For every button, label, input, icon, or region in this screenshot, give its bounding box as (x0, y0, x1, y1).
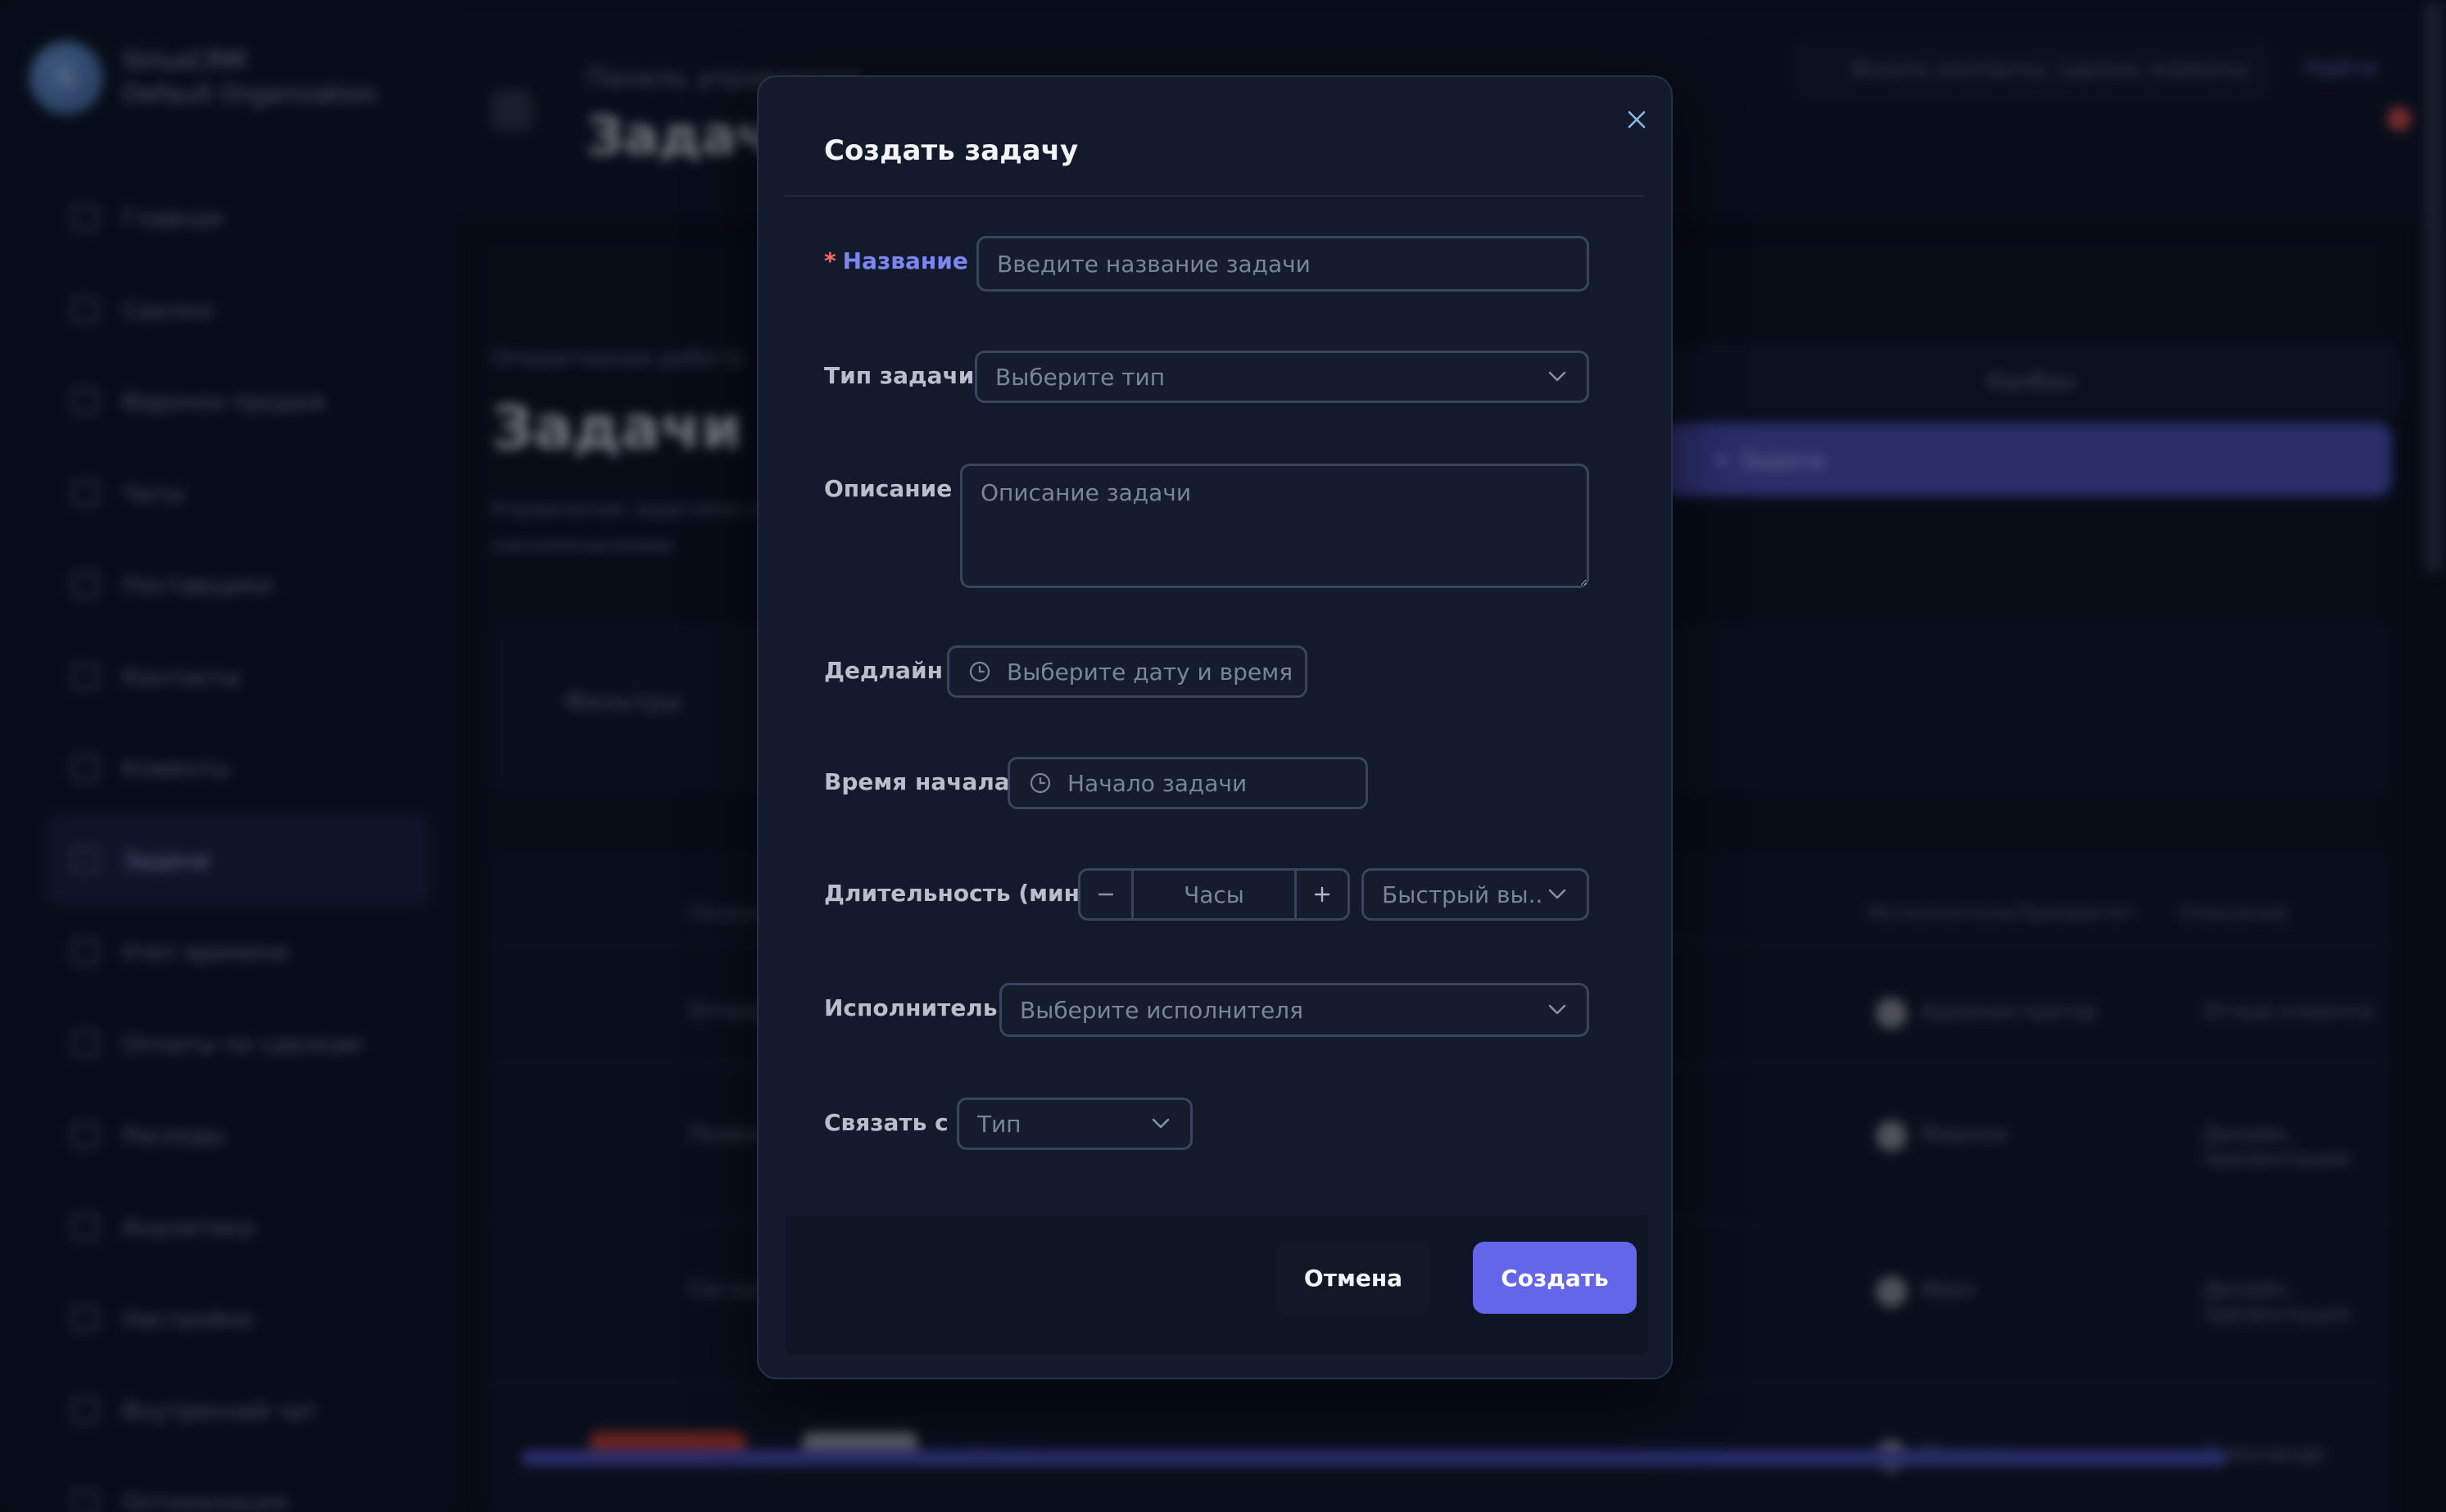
close-icon[interactable] (1620, 103, 1653, 136)
assignee-select[interactable]: Выберите исполнителя (999, 983, 1589, 1037)
chevron-down-icon (1541, 360, 1574, 393)
duration-hours-input[interactable]: Часы (1131, 871, 1297, 918)
link-type-placeholder: Тип (977, 1110, 1021, 1138)
start-time-placeholder: Начало задачи (1067, 769, 1248, 797)
description-textarea[interactable] (960, 464, 1589, 588)
task-name-placeholder: Введите название задачи (997, 250, 1311, 278)
start-time-picker[interactable]: Начало задачи (1008, 757, 1368, 809)
link-type-select[interactable]: Тип (957, 1098, 1193, 1150)
duration-quick-select[interactable]: Быстрый вы... (1361, 868, 1589, 921)
chevron-down-icon (1541, 878, 1574, 911)
create-task-dialog: Создать задачу * Название Введите названи… (757, 75, 1673, 1379)
create-button[interactable]: Создать (1473, 1242, 1637, 1314)
dialog-footer: Отмена Создать (785, 1215, 1648, 1355)
task-type-select[interactable]: Выберите тип (975, 351, 1589, 403)
deadline-picker[interactable]: Выберите дату и время (947, 645, 1307, 698)
deadline-label: Дедлайн (824, 657, 943, 684)
name-label-text: Название (842, 247, 968, 274)
clock-icon (1028, 771, 1053, 795)
duration-stepper: Часы (1078, 868, 1350, 921)
deadline-placeholder: Выберите дату и время (1007, 658, 1293, 686)
duration-hours-placeholder: Часы (1184, 880, 1244, 908)
link-label: Связать с (824, 1109, 949, 1136)
description-label: Описание (824, 475, 953, 502)
increment-button[interactable] (1297, 871, 1348, 918)
assignee-label: Исполнитель (824, 994, 998, 1021)
chevron-down-icon (1144, 1107, 1177, 1140)
dialog-title: Создать задачу (824, 134, 1079, 167)
start-time-label: Время начала (824, 768, 1010, 795)
task-name-input[interactable]: Введите название задачи (976, 236, 1589, 292)
clock-icon (967, 659, 992, 684)
decrement-button[interactable] (1080, 871, 1131, 918)
quick-select-placeholder: Быстрый вы... (1382, 880, 1541, 908)
task-type-placeholder: Выберите тип (995, 363, 1166, 391)
name-label: * Название (824, 247, 968, 274)
required-mark: * (824, 247, 836, 274)
type-label: Тип задачи (824, 362, 975, 389)
cancel-button[interactable]: Отмена (1276, 1242, 1430, 1314)
duration-label: Длительность (мин) (824, 880, 1090, 907)
chevron-down-icon (1541, 994, 1574, 1026)
assignee-placeholder: Выберите исполнителя (1020, 996, 1303, 1024)
dialog-divider (785, 195, 1645, 197)
